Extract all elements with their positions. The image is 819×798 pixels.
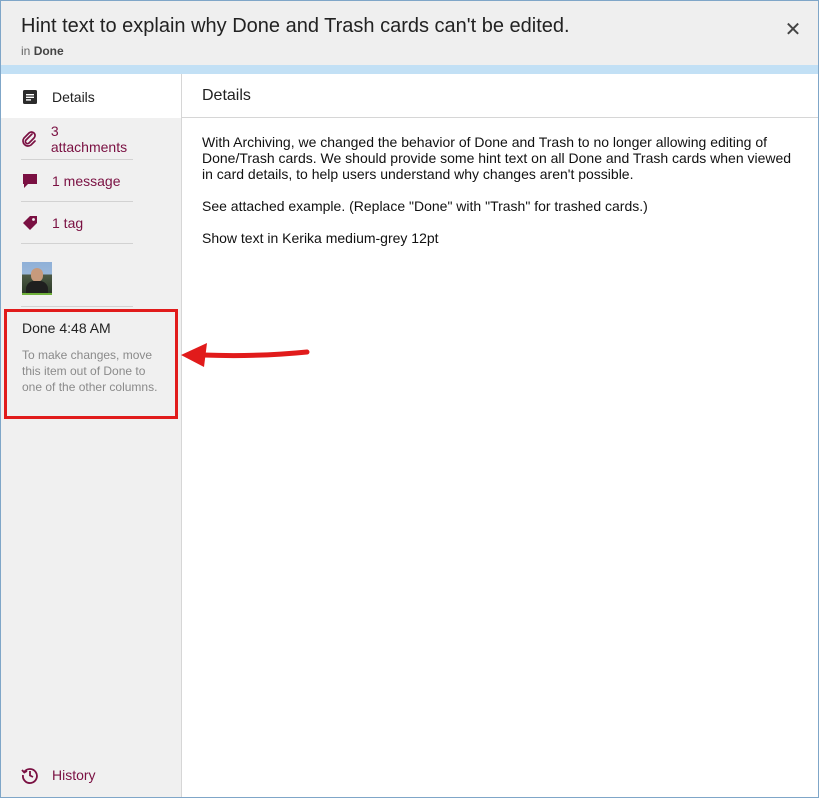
sidebar-item-details[interactable]: Details	[21, 76, 133, 117]
sidebar-item-attachments[interactable]: 3 attachments	[21, 118, 133, 159]
history-link[interactable]: History	[21, 766, 96, 784]
column-name: Done	[33, 44, 64, 58]
sidebar-item-tags[interactable]: 1 tag	[21, 202, 133, 243]
annotation-arrow-icon	[181, 343, 310, 367]
card-title[interactable]: Hint text to explain why Done and Trash …	[21, 15, 570, 38]
tag-icon	[21, 214, 39, 232]
card-description: With Archiving, we changed the behavior …	[202, 134, 802, 262]
sidebar-item-label: 1 tag	[52, 214, 84, 231]
card-details-dialog: Hint text to explain why Done and Trash …	[0, 0, 819, 798]
description-paragraph: See attached example. (Replace "Done" wi…	[202, 198, 648, 214]
dialog-header: Hint text to explain why Done and Trash …	[1, 1, 818, 65]
sidebar-divider	[21, 243, 133, 244]
details-section-header: Details	[182, 74, 818, 118]
sidebar-item-label: 3 attachments	[50, 122, 128, 155]
paperclip-icon	[21, 130, 38, 148]
sidebar-item-label: Details	[52, 88, 95, 105]
details-icon	[21, 88, 39, 106]
history-label: History	[52, 767, 96, 783]
header-accent-bar	[1, 65, 818, 74]
close-icon[interactable]: ✕	[784, 20, 802, 40]
sidebar-divider	[21, 306, 133, 307]
description-paragraph: With Archiving, we changed the behavior …	[202, 134, 792, 182]
avatar[interactable]	[22, 262, 52, 295]
sidebar-item-label: 1 message	[52, 172, 121, 189]
description-paragraph: Show text in Kerika medium-grey 12pt	[202, 230, 439, 246]
sidebar: Details 3 attachments 1 message 1 tag Do…	[1, 74, 182, 797]
sidebar-item-messages[interactable]: 1 message	[21, 160, 133, 201]
chat-bubble-icon	[21, 172, 39, 190]
section-title: Details	[202, 87, 251, 104]
subtitle-prefix: in	[21, 44, 31, 58]
history-icon	[21, 766, 39, 784]
annotation-highlight-box	[4, 309, 178, 419]
card-column-label: in Done	[21, 44, 64, 58]
